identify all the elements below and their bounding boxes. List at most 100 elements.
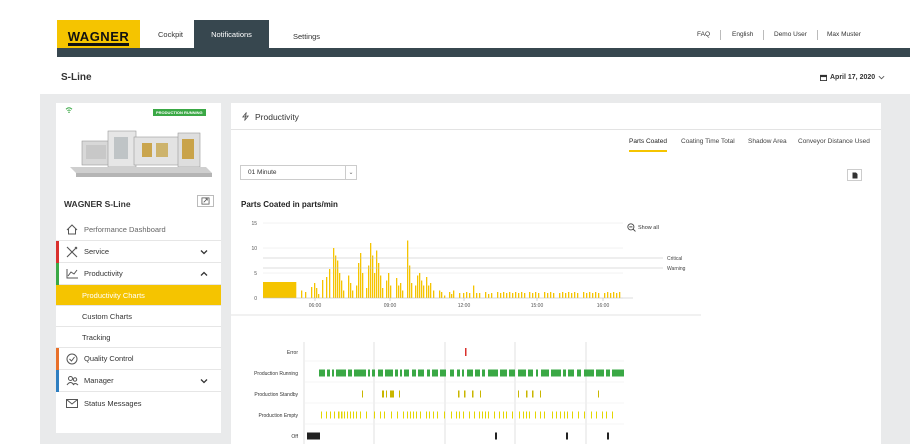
chart-bar (305, 292, 307, 298)
timeline-segment (338, 411, 340, 419)
timeline-segment (412, 369, 416, 377)
chart-bar (476, 293, 478, 298)
x-tick-label: 15:00 (531, 303, 544, 309)
sidebar-item-service[interactable]: Service (56, 241, 221, 263)
chart-bar (595, 292, 597, 298)
timeline-segment (410, 411, 411, 419)
chart-bar (370, 243, 372, 298)
chart-bar (459, 293, 461, 298)
top-separator (763, 30, 764, 40)
timeline-segment (551, 369, 561, 377)
tab-notifications[interactable]: Notifications (194, 20, 269, 48)
link-faq[interactable]: FAQ (697, 20, 710, 48)
chart-bar (287, 282, 291, 298)
date-value: April 17, 2020 (830, 74, 876, 81)
chart-bar (376, 250, 378, 298)
sidebar-subitem-productivity-charts[interactable]: Productivity Charts (56, 285, 221, 306)
timeline-segment (612, 411, 613, 419)
timeline-segment (374, 411, 375, 419)
timeline-segment (482, 369, 485, 377)
chart-bar (352, 290, 354, 298)
timeline-segment (418, 369, 424, 377)
tab-coating-time-total[interactable]: Coating Time Total (681, 138, 735, 150)
timeline-segment (544, 411, 545, 419)
timeline-segment (472, 390, 474, 398)
link-user-profile[interactable]: Max Muster (827, 20, 861, 48)
timeline-segment (457, 369, 460, 377)
chart-bar (559, 293, 561, 298)
timeline-segment (420, 411, 421, 419)
link-language[interactable]: English (732, 20, 753, 48)
chart-bar (366, 288, 368, 298)
chart-bar (388, 273, 390, 298)
timeline-segment (399, 390, 400, 398)
chart-bar (343, 290, 345, 298)
tab-parts-coated[interactable]: Parts Coated (629, 138, 667, 152)
machine-export-button[interactable] (197, 195, 214, 207)
y-tick-label: 10 (251, 246, 257, 252)
chart-bar (275, 282, 279, 298)
timeline-segment (382, 390, 384, 398)
timeline-segment (404, 369, 409, 377)
timeline-segment (400, 369, 402, 377)
timeline-segment (429, 411, 430, 419)
chart-bar (333, 248, 335, 298)
date-selector[interactable]: April 17, 2020 (820, 74, 885, 81)
chart-bar (577, 293, 579, 298)
chart-bar (417, 275, 419, 298)
timeline-segment (432, 369, 438, 377)
x-tick-label: 12:00 (458, 303, 471, 309)
timeline-segment (444, 411, 445, 419)
chart-bar (329, 269, 331, 298)
sidebar-subitem-custom-charts[interactable]: Custom Charts (56, 306, 221, 327)
timeline-segment (578, 411, 579, 419)
chart-bar (419, 273, 421, 298)
y-tick-label: 5 (254, 271, 257, 277)
timeline-segment (494, 411, 495, 419)
sidebar-item-quality-control[interactable]: Quality Control (56, 348, 221, 370)
timeline-segment (598, 390, 599, 398)
sidebar-item-status-messages[interactable]: Status Messages (56, 392, 221, 414)
timeline-segment (596, 369, 604, 377)
link-demo-user[interactable]: Demo User (774, 20, 807, 48)
timeline-segment (450, 369, 454, 377)
download-button[interactable] (847, 169, 862, 181)
timeline-segment (391, 411, 392, 419)
timeline-segment (602, 411, 603, 419)
check-circle-icon (65, 353, 79, 365)
tab-cockpit[interactable]: Cockpit (141, 20, 200, 48)
chart-bar (400, 283, 402, 298)
tab-conveyor-distance-used[interactable]: Conveyor Distance Used (798, 138, 870, 150)
chart-bar (512, 293, 514, 298)
chart-bar (386, 280, 388, 298)
interval-value: 01 Minute (248, 169, 277, 176)
timeline-segment (523, 411, 524, 419)
timeline-segment (572, 411, 573, 419)
timeline-segment (463, 411, 464, 419)
chart-bar (444, 295, 446, 298)
chart-bar (619, 292, 621, 298)
sidebar-item-manager[interactable]: Manager (56, 370, 221, 392)
chart-bar (350, 283, 352, 298)
tab-settings[interactable]: Settings (274, 20, 339, 48)
lane-label: Production Standby (254, 392, 298, 398)
parts-coated-chart: 0 5 10 15 Critical Warning 06:00 09:00 12:00 15:0… (231, 221, 701, 316)
timeline-segment (488, 369, 498, 377)
top-bar: WAGNER Cockpit Notifications Settings FA… (57, 20, 910, 57)
timeline-segment (353, 411, 354, 419)
timeline-segment (319, 369, 325, 377)
chart-bar (592, 293, 594, 298)
timeline-segment (426, 411, 427, 419)
timeline-segment (386, 390, 387, 398)
timeline-segment (397, 411, 398, 419)
chart-bar (407, 240, 409, 298)
timeline-segment (336, 369, 346, 377)
sidebar-item-productivity[interactable]: Productivity (56, 263, 221, 285)
sidebar-subitem-tracking[interactable]: Tracking (56, 327, 221, 348)
tab-shadow-area[interactable]: Shadow Area (748, 138, 787, 150)
chart-bar (281, 282, 285, 298)
timeline-segment (540, 390, 541, 398)
sidebar-item-performance-dashboard[interactable]: Performance Dashboard (56, 219, 221, 241)
interval-select[interactable]: 01 Minute ⌄ (240, 165, 357, 180)
chart-bar (272, 282, 276, 298)
